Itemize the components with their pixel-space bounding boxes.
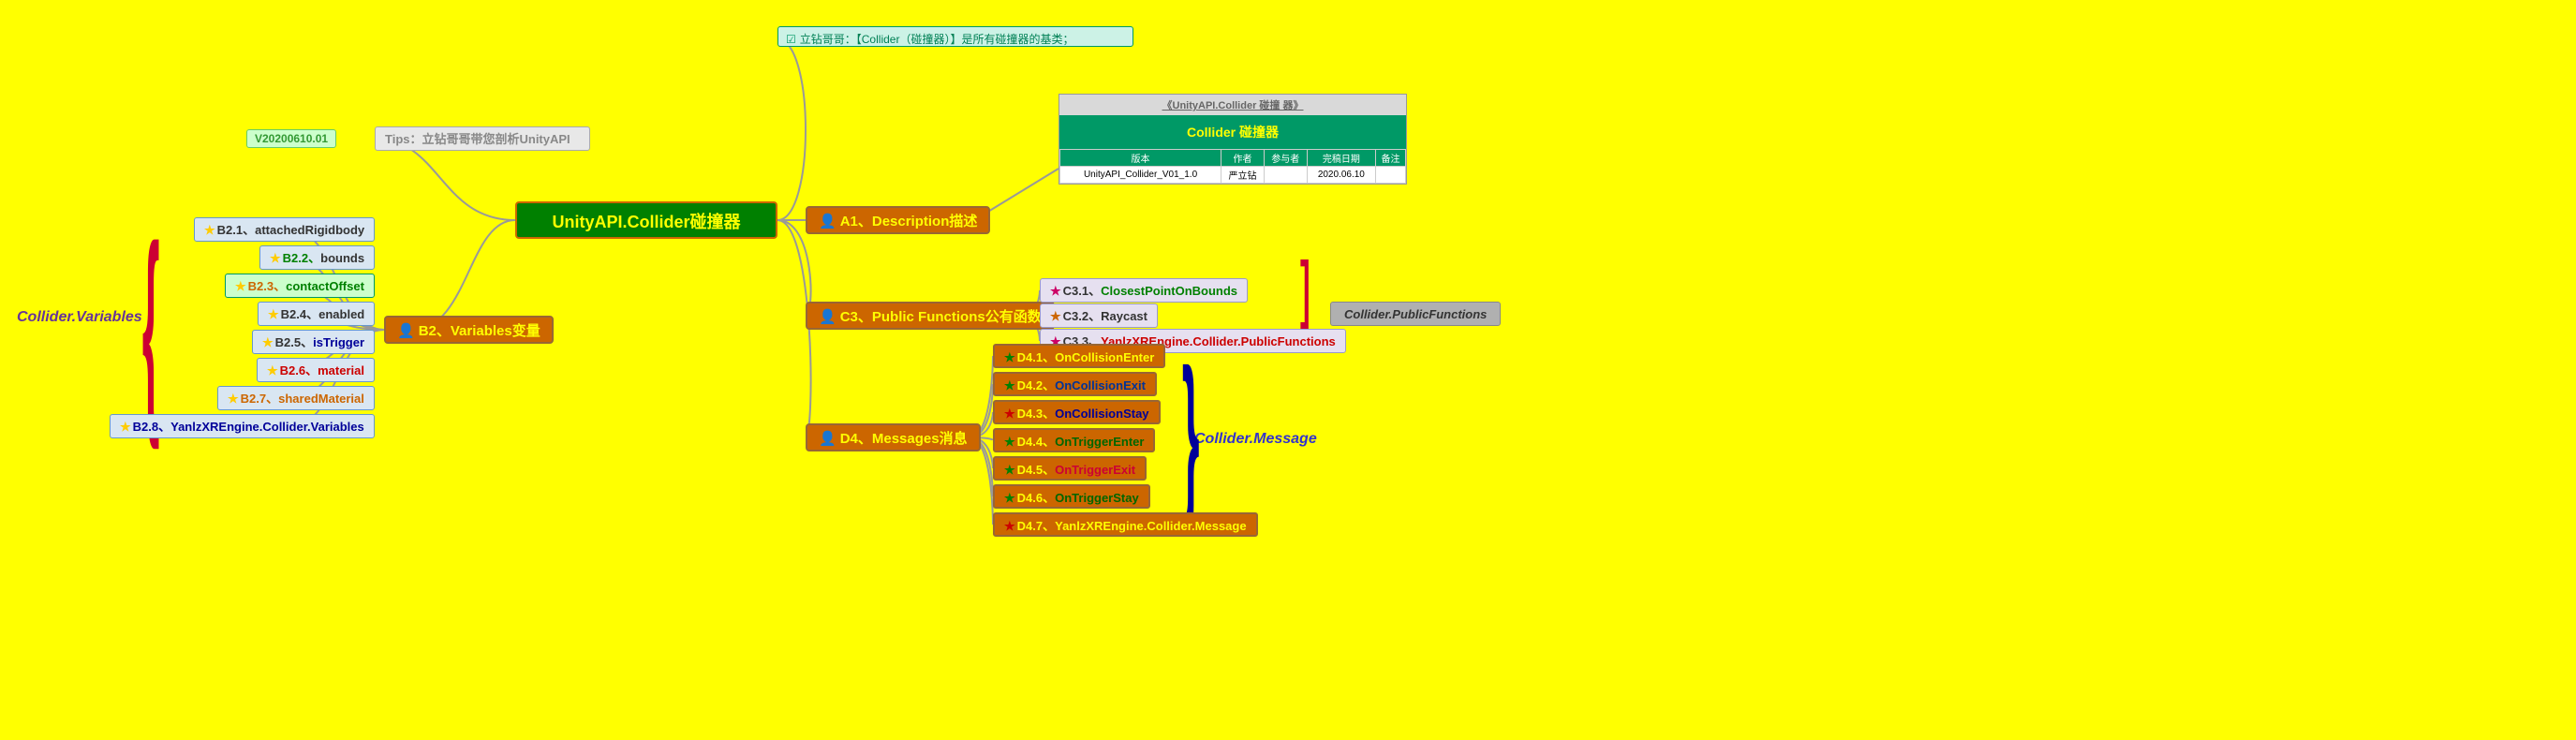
doc-td: UnityAPI_Collider_V01_1.0 [1060,167,1221,184]
check-icon: ☑ [786,33,796,46]
leaf-B2.2[interactable]: ★B2.2、bounds [259,245,375,270]
doc-title: 《UnityAPI.Collider 碰撞 器》 [1059,95,1406,115]
leaf-B2.6[interactable]: ★B2.6、material [257,358,375,382]
doc-th: 版本 [1060,150,1221,167]
star-icon: ★ [1004,435,1015,449]
tips-node: Tips：立钻哥哥带您剖析UnityAPI [375,126,590,151]
leaf-B2.8[interactable]: ★B2.8、YanlzXREngine.Collider.Variables [110,414,375,438]
star-icon: ★ [1004,407,1015,421]
branch-d4-label: D4、Messages消息 [840,431,968,447]
leaf-D4.2[interactable]: ★D4.2、OnCollisionExit [993,372,1157,396]
doc-td: 严立钻 [1221,167,1265,184]
star-icon: ★ [1050,284,1061,298]
branch-c3[interactable]: 👤C3、Public Functions公有函数 [806,302,1055,330]
bullet-icon: ★ [262,335,274,349]
branch-c3-label: C3、Public Functions公有函数 [840,309,1042,325]
branch-a1-label: A1、Description描述 [840,214,978,229]
brace-right-d4-icon: } [1182,330,1200,537]
leaf-D4.4[interactable]: ★D4.4、OnTriggerEnter [993,428,1155,452]
person-icon: 👤 [819,214,836,229]
star-icon: ★ [1004,463,1015,477]
tag-message: Collider.Message [1194,431,1317,448]
bullet-icon: ★ [228,392,239,406]
person-icon: 👤 [819,309,836,325]
leaf-C3.2[interactable]: ★C3.2、Raycast [1040,303,1158,328]
branch-d4[interactable]: 👤D4、Messages消息 [806,423,981,451]
doc-th: 作者 [1221,150,1265,167]
leaf-D4.6[interactable]: ★D4.6、OnTriggerStay [993,484,1150,509]
leaf-B2.7[interactable]: ★B2.7、sharedMaterial [217,386,375,410]
doc-th: 备注 [1376,150,1406,167]
doc-td [1264,167,1307,184]
bullet-icon: ★ [268,307,279,321]
document-preview: 《UnityAPI.Collider 碰撞 器》 Collider 碰撞器 版本… [1059,94,1407,185]
root-node[interactable]: UnityAPI.Collider碰撞器 [515,201,777,239]
branch-a1[interactable]: 👤 A1、Description描述 [806,206,990,234]
person-icon: 👤 [397,323,415,339]
star-icon: ★ [1004,491,1015,505]
branch-b2[interactable]: 👤B2、Variables变量 [384,316,554,344]
version-badge: V20200610.01 [246,129,336,148]
top-note-text: 立钻哥哥：【Collider（碰撞器）】是所有碰撞器的基类； [800,33,1074,46]
leaf-D4.3[interactable]: ★D4.3、OnCollisionStay [993,400,1161,424]
star-icon: ★ [1004,378,1015,392]
person-icon: 👤 [819,431,836,447]
star-icon: ★ [1004,519,1015,533]
top-note: ☑ 立钻哥哥：【Collider（碰撞器）】是所有碰撞器的基类； [777,26,1133,47]
tag-variables: Collider.Variables [17,309,142,326]
leaf-D4.1[interactable]: ★D4.1、OnCollisionEnter [993,344,1165,368]
star-icon: ★ [1004,350,1015,364]
leaf-B2.3[interactable]: ★B2.3、contactOffset [225,274,375,298]
bullet-icon: ★ [270,251,281,265]
brace-right-c3-icon: ] [1300,245,1310,332]
leaf-D4.7[interactable]: ★D4.7、YanlzXREngine.Collider.Message [993,512,1258,537]
bullet-icon: ★ [120,420,131,434]
leaf-B2.1[interactable]: ★B2.1、attachedRigidbody [194,217,375,242]
tag-publicfunctions: Collider.PublicFunctions [1330,302,1501,326]
doc-th: 完稿日期 [1307,150,1376,167]
doc-td [1376,167,1406,184]
branch-b2-label: B2、Variables变量 [419,323,540,339]
leaf-B2.5[interactable]: ★B2.5、isTrigger [252,330,375,354]
bullet-icon: ★ [235,279,246,293]
leaf-C3.1[interactable]: ★C3.1、ClosestPointOnBounds [1040,278,1248,303]
star-icon: ★ [1050,309,1061,323]
doc-table: 版本作者参与者完稿日期备注 UnityAPI_Collider_V01_1.0严… [1059,149,1406,184]
bullet-icon: ★ [204,223,215,237]
doc-th: 参与者 [1264,150,1307,167]
bullet-icon: ★ [267,363,278,377]
leaf-B2.4[interactable]: ★B2.4、enabled [258,302,375,326]
doc-subtitle: Collider 碰撞器 [1059,115,1406,149]
leaf-D4.5[interactable]: ★D4.5、OnTriggerExit [993,456,1147,481]
doc-td: 2020.06.10 [1307,167,1376,184]
